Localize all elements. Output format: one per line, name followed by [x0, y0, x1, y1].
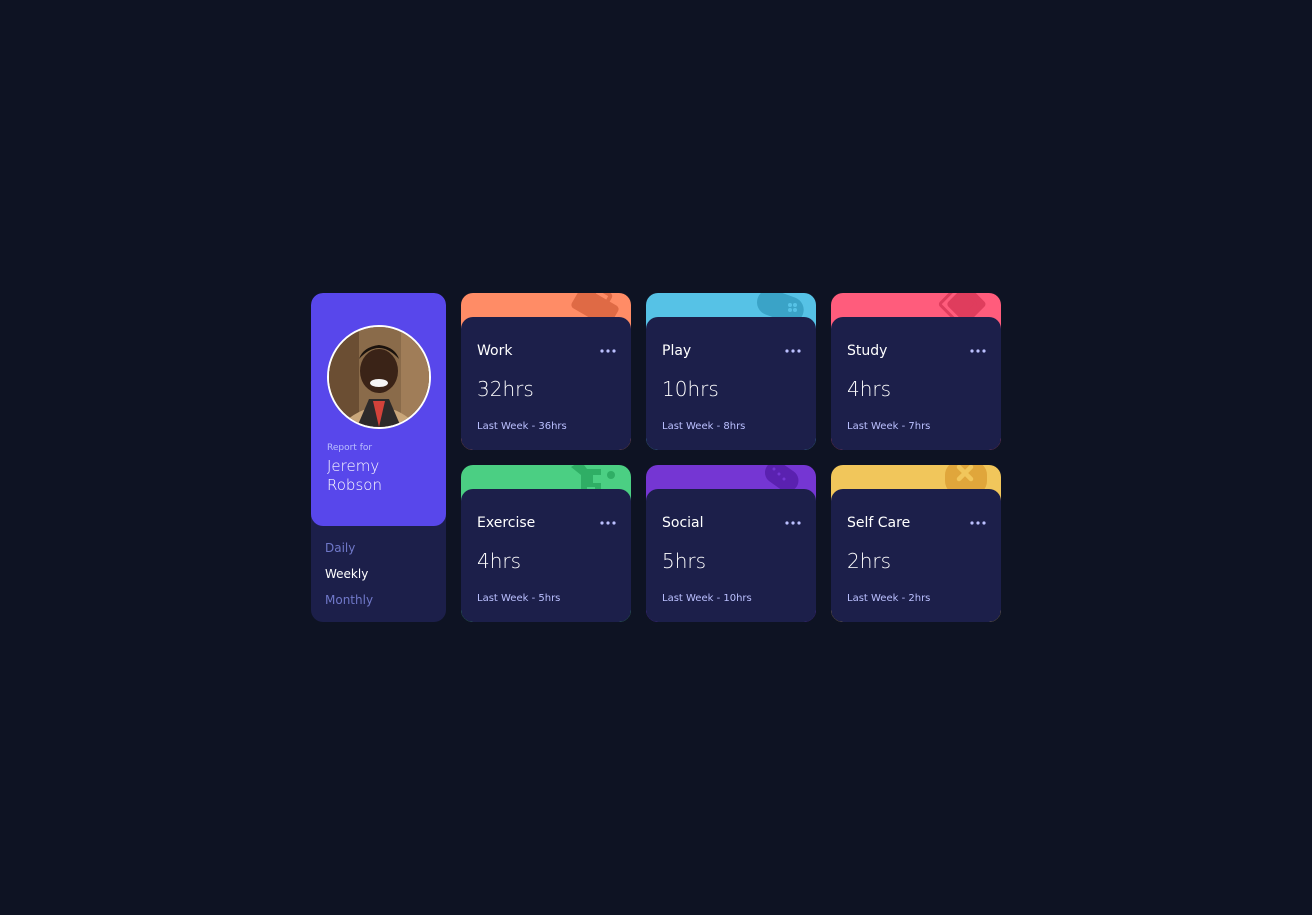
- current-hours: 4hrs: [847, 377, 892, 401]
- current-hours: 2hrs: [847, 549, 892, 573]
- activity-title: Exercise: [477, 515, 536, 531]
- current-hours: 10hrs: [662, 377, 719, 401]
- activity-card-self-care: Self Care 2hrs Last Week - 2hrs: [831, 465, 1001, 622]
- profile-card: Report for Jeremy Robson Daily Weekly Mo…: [311, 293, 446, 622]
- more-options-icon[interactable]: [784, 345, 802, 357]
- avatar: [327, 325, 431, 429]
- previous-hours: Last Week - 5hrs: [477, 593, 561, 604]
- timeframe-daily[interactable]: Daily: [325, 541, 373, 567]
- more-options-icon[interactable]: [599, 345, 617, 357]
- activity-card-social: Social 5hrs Last Week - 10hrs: [646, 465, 816, 622]
- previous-hours: Last Week - 7hrs: [847, 421, 931, 432]
- profile-header: Report for Jeremy Robson: [311, 293, 446, 526]
- activity-title: Work: [477, 343, 513, 359]
- previous-hours: Last Week - 8hrs: [662, 421, 746, 432]
- more-options-icon[interactable]: [784, 517, 802, 529]
- activity-card-exercise: Exercise 4hrs Last Week - 5hrs: [461, 465, 631, 622]
- more-options-icon[interactable]: [969, 517, 987, 529]
- previous-hours: Last Week - 10hrs: [662, 593, 752, 604]
- activity-panel: Self Care 2hrs Last Week - 2hrs: [831, 489, 1001, 622]
- current-hours: 4hrs: [477, 549, 522, 573]
- more-options-icon[interactable]: [969, 345, 987, 357]
- previous-hours: Last Week - 36hrs: [477, 421, 567, 432]
- activity-panel: Study 4hrs Last Week - 7hrs: [831, 317, 1001, 450]
- timeframe-monthly[interactable]: Monthly: [325, 593, 373, 619]
- activity-title: Social: [662, 515, 704, 531]
- activity-panel: Exercise 4hrs Last Week - 5hrs: [461, 489, 631, 622]
- activity-title: Self Care: [847, 515, 911, 531]
- activity-title: Play: [662, 343, 692, 359]
- more-options-icon[interactable]: [599, 517, 617, 529]
- report-for-label: Report for: [327, 443, 373, 453]
- current-hours: 32hrs: [477, 377, 534, 401]
- activity-panel: Work 32hrs Last Week - 36hrs: [461, 317, 631, 450]
- current-hours: 5hrs: [662, 549, 707, 573]
- activity-title: Study: [847, 343, 888, 359]
- user-name: Jeremy Robson: [327, 457, 382, 494]
- previous-hours: Last Week - 2hrs: [847, 593, 931, 604]
- activity-card-study: Study 4hrs Last Week - 7hrs: [831, 293, 1001, 450]
- activity-panel: Social 5hrs Last Week - 10hrs: [646, 489, 816, 622]
- timeframe-weekly[interactable]: Weekly: [325, 567, 373, 593]
- timeframe-selector: Daily Weekly Monthly: [325, 541, 373, 619]
- time-tracking-dashboard: Report for Jeremy Robson Daily Weekly Mo…: [311, 293, 1001, 622]
- activity-card-work: Work 32hrs Last Week - 36hrs: [461, 293, 631, 450]
- activity-panel: Play 10hrs Last Week - 8hrs: [646, 317, 816, 450]
- activity-card-play: Play 10hrs Last Week - 8hrs: [646, 293, 816, 450]
